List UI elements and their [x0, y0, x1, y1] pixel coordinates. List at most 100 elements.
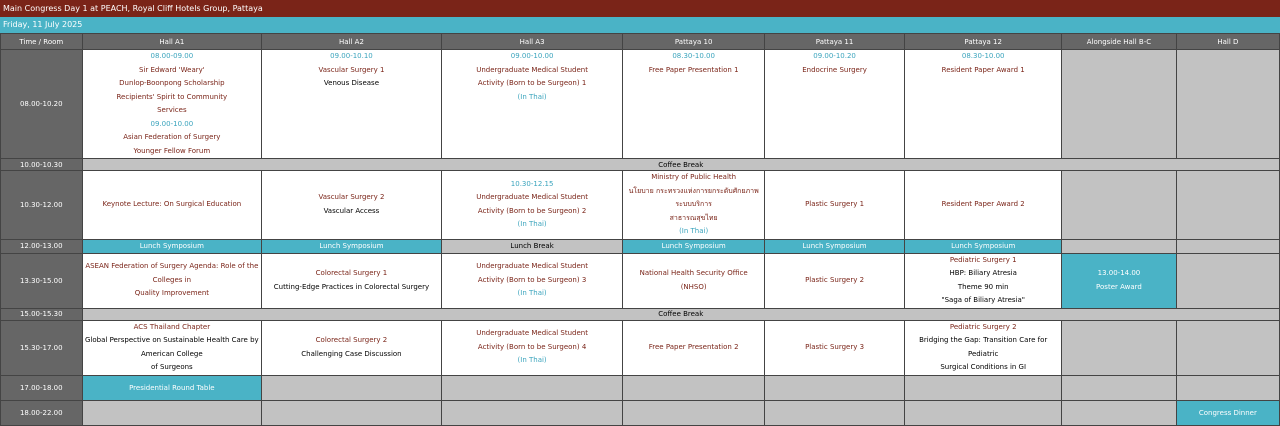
row-1530: 15.30-17.00 ACS Thailand Chapter Global … [0, 319, 1280, 376]
session-time: 08.30-10.00 [672, 52, 715, 60]
session-cell-p10[interactable]: Free Paper Presentation 2 [622, 319, 765, 376]
session-topic: Global Perspective on Sustainable Health… [85, 336, 259, 344]
lunch-symposium-a1[interactable]: Lunch Symposium [81, 238, 263, 254]
session-cell-a3[interactable]: 09.00-10.00 Undergraduate Medical Studen… [440, 49, 624, 159]
session-title: Asian Federation of Surgery [123, 133, 221, 141]
empty-cell [1175, 238, 1280, 254]
session-topic: Bridging the Gap: Transition Care for Pe… [919, 336, 1048, 358]
session-title: Keynote Lecture: On Surgical Education [102, 200, 242, 208]
session-title: Plastic Surgery 1 [805, 200, 865, 208]
session-title: Quality Improvement [134, 289, 210, 298]
session-title: (NHSO) [680, 282, 707, 291]
empty-cell [622, 374, 765, 401]
session-title: Colorectal Surgery 1 [315, 269, 388, 277]
session-cell-p10[interactable]: National Health Security Office (NHSO) [622, 252, 765, 309]
session-title: Undergraduate Medical Student [476, 262, 588, 271]
congress-dinner[interactable]: Congress Dinner [1175, 399, 1280, 426]
session-cell-p11[interactable]: Plastic Surgery 2 [763, 252, 906, 309]
session-cell-p12[interactable]: Resident Paper Award 2 [904, 170, 1063, 240]
session-cell-a3[interactable]: 10.30-12.15 Undergraduate Medical Studen… [440, 170, 624, 240]
empty-cell [440, 399, 624, 426]
time-cell: 10.30-12.00 [0, 170, 83, 240]
session-title: Activity (Born to be Surgeon) 1 [477, 79, 587, 87]
session-cell-a2[interactable]: Vascular Surgery 2 Vascular Access [261, 170, 442, 240]
session-cell-a1[interactable]: ACS Thailand Chapter Global Perspective … [81, 319, 263, 376]
session-title: Resident Paper Award 1 [941, 65, 1025, 74]
empty-cell [904, 399, 1063, 426]
time-cell: 12.00-13.00 [0, 238, 83, 254]
row-1700: 17.00-18.00 Presidential Round Table [0, 374, 1280, 401]
session-cell-a2[interactable]: 09.00-10.10 Vascular Surgery 1 Venous Di… [261, 49, 442, 159]
session-cell-a2[interactable]: Colorectal Surgery 1 Cutting-Edge Practi… [261, 252, 442, 309]
session-cell-a3[interactable]: Undergraduate Medical Student Activity (… [440, 252, 624, 309]
session-title: Activity (Born to be Surgeon) 3 [477, 275, 587, 284]
session-cell-p11[interactable]: Plastic Surgery 3 [763, 319, 906, 376]
col-header-hall-bc: Alongside Hall B-C [1061, 33, 1177, 50]
session-cell-a2[interactable]: Colorectal Surgery 2 Challenging Case Di… [261, 319, 442, 376]
session-title: National Health Security Office [639, 269, 748, 277]
poster-award-cell[interactable]: 13.00-14.00 Poster Award [1061, 252, 1177, 309]
col-header-pattaya-12: Pattaya 12 [904, 33, 1063, 50]
session-title: ACS Thailand Chapter [133, 322, 211, 331]
session-title: Sir Edward 'Weary' [138, 65, 205, 74]
session-title: Pediatric Surgery 1 [949, 255, 1017, 264]
session-cell-p10[interactable]: 08.30-10.00 Free Paper Presentation 1 [622, 49, 765, 159]
session-topic: Vascular Access [323, 206, 380, 215]
col-header-hall-a2: Hall A2 [261, 33, 442, 50]
session-title: Dunlop-Boonpong Scholarship [119, 79, 225, 87]
empty-cell [763, 399, 906, 426]
empty-cell [1175, 252, 1280, 309]
empty-cell [81, 399, 263, 426]
col-header-hall-a3: Hall A3 [440, 33, 624, 50]
row-1030: 10.30-12.00 Keynote Lecture: On Surgical… [0, 170, 1280, 240]
session-topic: Surgical Conditions in GI [940, 363, 1027, 371]
session-cell-p10[interactable]: Ministry of Public Health นโยบาย กระทรวง… [622, 170, 765, 240]
time-cell: 18.00-22.00 [0, 399, 83, 426]
session-title: Younger Fellow Forum [133, 146, 211, 155]
session-title: สาธารณสุขไทย [669, 213, 718, 222]
empty-cell [1061, 399, 1177, 426]
session-time: 09.00-10.00 [510, 52, 554, 60]
session-cell-a1[interactable]: Keynote Lecture: On Surgical Education [81, 170, 263, 240]
page-title: Main Congress Day 1 at PEACH, Royal Clif… [0, 0, 1280, 17]
coffee-break-bar: Coffee Break [81, 158, 1280, 171]
session-time: 10.30-12.15 [510, 179, 554, 188]
session-cell-p11[interactable]: 09.00-10.20 Endocrine Surgery [763, 49, 906, 159]
session-cell-p12[interactable]: Pediatric Surgery 2 Bridging the Gap: Tr… [904, 319, 1063, 376]
empty-cell [261, 399, 442, 426]
presidential-round-table[interactable]: Presidential Round Table [81, 374, 263, 401]
session-cell-a1[interactable]: ASEAN Federation of Surgery Agenda: Role… [81, 252, 263, 309]
lunch-symposium-p11[interactable]: Lunch Symposium [763, 238, 906, 254]
time-cell: 08.00-10.20 [0, 49, 83, 159]
date-bar: Friday, 11 July 2025 [0, 17, 1280, 33]
session-cell-p12[interactable]: 08.30-10.00 Resident Paper Award 1 [904, 49, 1063, 159]
col-header-time: Time / Room [0, 33, 83, 50]
session-time: 08.00-09.00 [150, 52, 194, 60]
session-cell-a3[interactable]: Undergraduate Medical Student Activity (… [440, 319, 624, 376]
session-cell-p12[interactable]: Pediatric Surgery 1 HBP: Biliary Atresia… [904, 252, 1063, 309]
session-topic: Cutting-Edge Practices in Colorectal Sur… [273, 282, 430, 291]
session-title: Colleges in [152, 275, 192, 284]
empty-cell [1061, 170, 1177, 240]
session-title: Vascular Surgery 2 [318, 193, 385, 202]
session-cell-a1[interactable]: 08.00-09.00 Sir Edward 'Weary' Dunlop-Bo… [81, 49, 263, 159]
row-1330: 13.30-15.00 ASEAN Federation of Surgery … [0, 252, 1280, 309]
session-language: (In Thai) [517, 356, 547, 365]
session-title: Plastic Surgery 3 [805, 342, 865, 351]
lunch-symposium-p10[interactable]: Lunch Symposium [622, 238, 765, 254]
empty-cell [1175, 49, 1280, 159]
lunch-symposium-a2[interactable]: Lunch Symposium [261, 238, 442, 254]
session-title: Poster Award [1096, 282, 1142, 291]
row-1800: 18.00-22.00 Congress Dinner [0, 399, 1280, 426]
empty-cell [622, 399, 765, 426]
empty-cell [261, 374, 442, 401]
session-cell-p11[interactable]: Plastic Surgery 1 [763, 170, 906, 240]
col-header-hall-d: Hall D [1175, 33, 1280, 50]
empty-cell [1175, 374, 1280, 401]
time-cell: 15.00-15.30 [0, 307, 83, 321]
session-time: 09.00-10.20 [813, 52, 856, 60]
lunch-symposium-p12[interactable]: Lunch Symposium [904, 238, 1063, 254]
empty-cell [1061, 374, 1177, 401]
session-topic: Challenging Case Discussion [301, 349, 402, 358]
session-title: Vascular Surgery 1 [318, 65, 385, 74]
